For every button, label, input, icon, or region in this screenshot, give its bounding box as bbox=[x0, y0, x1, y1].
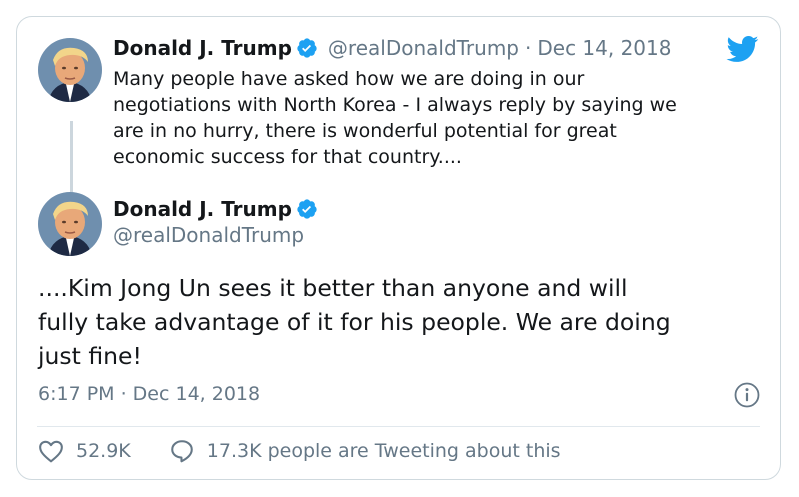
tweeting-count: 17.3K people are Tweeting about this bbox=[206, 440, 561, 462]
tweet2-line: just fine! bbox=[38, 342, 142, 370]
tweet2-line: ....Kim Jong Un sees it better than anyo… bbox=[38, 274, 628, 302]
tweet-timestamp[interactable]: 6:17 PM · Dec 14, 2018 bbox=[38, 383, 260, 405]
tweet1-line: are in no hurry, there is wonderful pote… bbox=[113, 120, 617, 142]
author-handle[interactable]: @realDonaldTrump bbox=[328, 36, 519, 60]
tweet-actions: 52.9K 17.3K people are Tweeting about th… bbox=[38, 435, 561, 467]
tweet1-text: Many people have asked how we are doing … bbox=[113, 66, 753, 170]
speech-bubble-icon bbox=[169, 438, 195, 464]
separator: · bbox=[525, 36, 532, 60]
info-icon[interactable] bbox=[733, 381, 761, 409]
verified-badge-icon bbox=[296, 37, 318, 59]
thread-connector bbox=[70, 121, 73, 195]
tweet2-text: ....Kim Jong Un sees it better than anyo… bbox=[38, 271, 768, 373]
heart-icon bbox=[38, 439, 64, 463]
tweet2-line: fully take advantage of it for his peopl… bbox=[38, 308, 671, 336]
tweet1-line: negotiations with North Korea - I always… bbox=[113, 94, 677, 116]
like-count: 52.9K bbox=[76, 440, 131, 462]
tweeting-button[interactable]: 17.3K people are Tweeting about this bbox=[169, 438, 561, 464]
author-name[interactable]: Donald J. Trump bbox=[113, 197, 292, 221]
tweet1-line: economic success for that country.... bbox=[113, 146, 462, 168]
author-handle[interactable]: @realDonaldTrump bbox=[113, 223, 304, 247]
tweet1-header: Donald J. Trump @realDonaldTrump · Dec 1… bbox=[113, 36, 671, 60]
verified-badge-icon bbox=[296, 198, 318, 220]
tweet-date[interactable]: Dec 14, 2018 bbox=[537, 36, 671, 60]
twitter-bird-icon[interactable] bbox=[725, 35, 759, 67]
like-button[interactable]: 52.9K bbox=[38, 439, 131, 463]
tweet1-line: Many people have asked how we are doing … bbox=[113, 68, 585, 90]
tweet2-header: Donald J. Trump bbox=[113, 197, 318, 221]
tweet2-handle-row: @realDonaldTrump bbox=[113, 223, 304, 247]
tweet-card: Donald J. Trump @realDonaldTrump · Dec 1… bbox=[16, 16, 781, 480]
divider bbox=[37, 426, 760, 427]
avatar[interactable] bbox=[38, 192, 102, 256]
avatar[interactable] bbox=[38, 38, 102, 102]
author-name[interactable]: Donald J. Trump bbox=[113, 36, 292, 60]
